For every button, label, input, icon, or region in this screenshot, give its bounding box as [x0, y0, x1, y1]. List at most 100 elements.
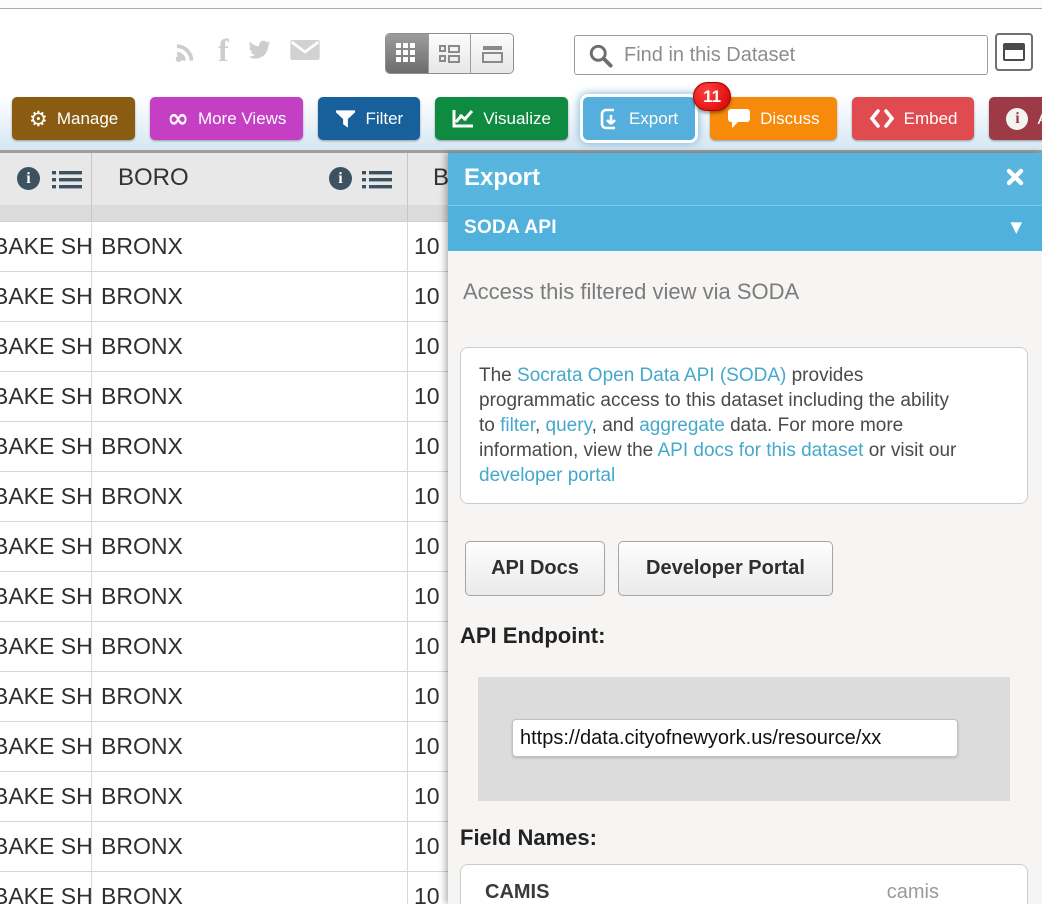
- button-label: Filter: [365, 109, 403, 129]
- cell-name: BAKE SH: [0, 472, 92, 521]
- export-panel: Export SODA API ▼ Access this filtered v…: [448, 153, 1042, 904]
- column-menu-icon[interactable]: [362, 170, 392, 195]
- export-button[interactable]: Export: [583, 97, 695, 140]
- cell-boro: BRONX: [92, 422, 408, 471]
- info-text: ,: [535, 415, 546, 436]
- field-display-name: CAMIS: [485, 881, 549, 904]
- page-top-divider: [0, 0, 1042, 9]
- fullscreen-icon: [1003, 43, 1025, 61]
- info-text: , and: [592, 415, 640, 436]
- cell-boro: BRONX: [92, 372, 408, 421]
- manage-button[interactable]: ⚙Manage: [12, 97, 135, 140]
- field-row: CAMIS camis: [461, 865, 1027, 904]
- api-docs-button[interactable]: API Docs: [465, 541, 605, 596]
- export-panel-body: Access this filtered view via SODA The S…: [448, 251, 1042, 904]
- speech-bubble-icon: [727, 108, 751, 129]
- developer-portal-button[interactable]: Developer Portal: [618, 541, 833, 596]
- cell-name: BAKE SH: [0, 272, 92, 321]
- soda-api-link[interactable]: Socrata Open Data API (SODA): [517, 365, 786, 386]
- grid-view-button[interactable]: [386, 34, 429, 73]
- cell-name: BAKE SH: [0, 422, 92, 471]
- soda-api-label: SODA API: [464, 217, 557, 239]
- action-button-row: ⚙Manage ∞ More Views Filter Visualize Export D…: [0, 90, 1042, 150]
- search-input[interactable]: [614, 44, 987, 67]
- about-button[interactable]: iAbout: [989, 97, 1042, 140]
- toolbar: f: [0, 9, 1042, 90]
- aggregate-link[interactable]: aggregate: [639, 415, 725, 436]
- button-label: Discuss: [760, 109, 820, 129]
- social-share-icons: f: [172, 35, 321, 65]
- cell-boro: BRONX: [92, 522, 408, 571]
- cell-boro: BRONX: [92, 572, 408, 621]
- more-views-button[interactable]: ∞ More Views: [150, 97, 303, 140]
- field-api-name: camis: [887, 881, 939, 904]
- column-info-icon[interactable]: i: [17, 167, 40, 190]
- button-label: Embed: [904, 109, 958, 129]
- funnel-icon: [335, 109, 356, 129]
- column-info-icon[interactable]: i: [329, 167, 352, 190]
- cell-name: BAKE SH: [0, 222, 92, 271]
- button-label: Export: [629, 109, 678, 129]
- facebook-icon[interactable]: f: [218, 35, 229, 65]
- chevron-down-icon: ▼: [1010, 218, 1022, 236]
- button-label: More Views: [198, 109, 287, 129]
- export-icon: [600, 108, 620, 130]
- developer-portal-link[interactable]: developer portal: [479, 465, 615, 486]
- column-menu-icon[interactable]: [52, 170, 82, 195]
- button-label: About: [1037, 109, 1042, 129]
- cell-name: BAKE SH: [0, 522, 92, 571]
- rss-icon[interactable]: [172, 35, 202, 65]
- column-title: BORO: [118, 164, 189, 192]
- api-docs-link[interactable]: API docs for this dataset: [657, 440, 863, 461]
- close-icon[interactable]: [1004, 166, 1026, 188]
- button-label: Visualize: [483, 109, 551, 129]
- discuss-button[interactable]: Discuss11: [710, 97, 837, 140]
- cell-boro: BRONX: [92, 472, 408, 521]
- cell-boro: BRONX: [92, 772, 408, 821]
- search-icon: [587, 42, 614, 69]
- query-link[interactable]: query: [546, 415, 592, 436]
- embed-button[interactable]: Embed: [852, 97, 975, 140]
- cell-name: BAKE SH: [0, 572, 92, 621]
- button-label: Manage: [57, 109, 118, 129]
- code-brackets-icon: [869, 109, 895, 128]
- filter-link[interactable]: filter: [500, 415, 535, 436]
- discuss-count-badge: 11: [693, 82, 731, 111]
- column-header-name[interactable]: i: [0, 153, 92, 205]
- field-names-box: CAMIS camis: [460, 864, 1028, 904]
- blocks-view-button[interactable]: [429, 34, 472, 73]
- cell-name: BAKE SH: [0, 772, 92, 821]
- export-panel-header: Export: [448, 153, 1042, 205]
- info-text: or visit our: [863, 440, 956, 461]
- fullscreen-button[interactable]: [995, 33, 1033, 71]
- column-title: B: [433, 164, 449, 192]
- twitter-icon[interactable]: [245, 38, 273, 62]
- email-icon[interactable]: [289, 38, 321, 62]
- cell-name: BAKE SH: [0, 722, 92, 771]
- cell-boro: BRONX: [92, 322, 408, 371]
- dataset-search: [574, 35, 988, 75]
- cell-boro: BRONX: [92, 222, 408, 271]
- cell-boro: BRONX: [92, 722, 408, 771]
- api-endpoint-box: [478, 677, 1010, 801]
- cell-boro: BRONX: [92, 622, 408, 671]
- page-view-button[interactable]: [471, 34, 513, 73]
- cell-name: BAKE SH: [0, 872, 92, 904]
- soda-api-section-header[interactable]: SODA API ▼: [448, 205, 1042, 251]
- api-endpoint-label: API Endpoint:: [460, 623, 605, 649]
- filter-button[interactable]: Filter: [318, 97, 420, 140]
- cell-name: BAKE SH: [0, 822, 92, 871]
- info-text: The: [479, 365, 517, 386]
- cell-name: BAKE SH: [0, 322, 92, 371]
- cell-name: BAKE SH: [0, 622, 92, 671]
- visualize-button[interactable]: Visualize: [435, 97, 568, 140]
- soda-subtitle: Access this filtered view via SODA: [463, 279, 799, 305]
- cell-name: BAKE SH: [0, 372, 92, 421]
- view-toggle-group: [385, 33, 514, 74]
- soda-info-box: The Socrata Open Data API (SODA) provide…: [460, 347, 1028, 504]
- line-chart-icon: [452, 109, 474, 128]
- column-header-boro[interactable]: BORO i: [92, 153, 408, 205]
- api-endpoint-input[interactable]: [512, 719, 958, 757]
- infinity-icon: ∞: [167, 109, 189, 129]
- cell-boro: BRONX: [92, 272, 408, 321]
